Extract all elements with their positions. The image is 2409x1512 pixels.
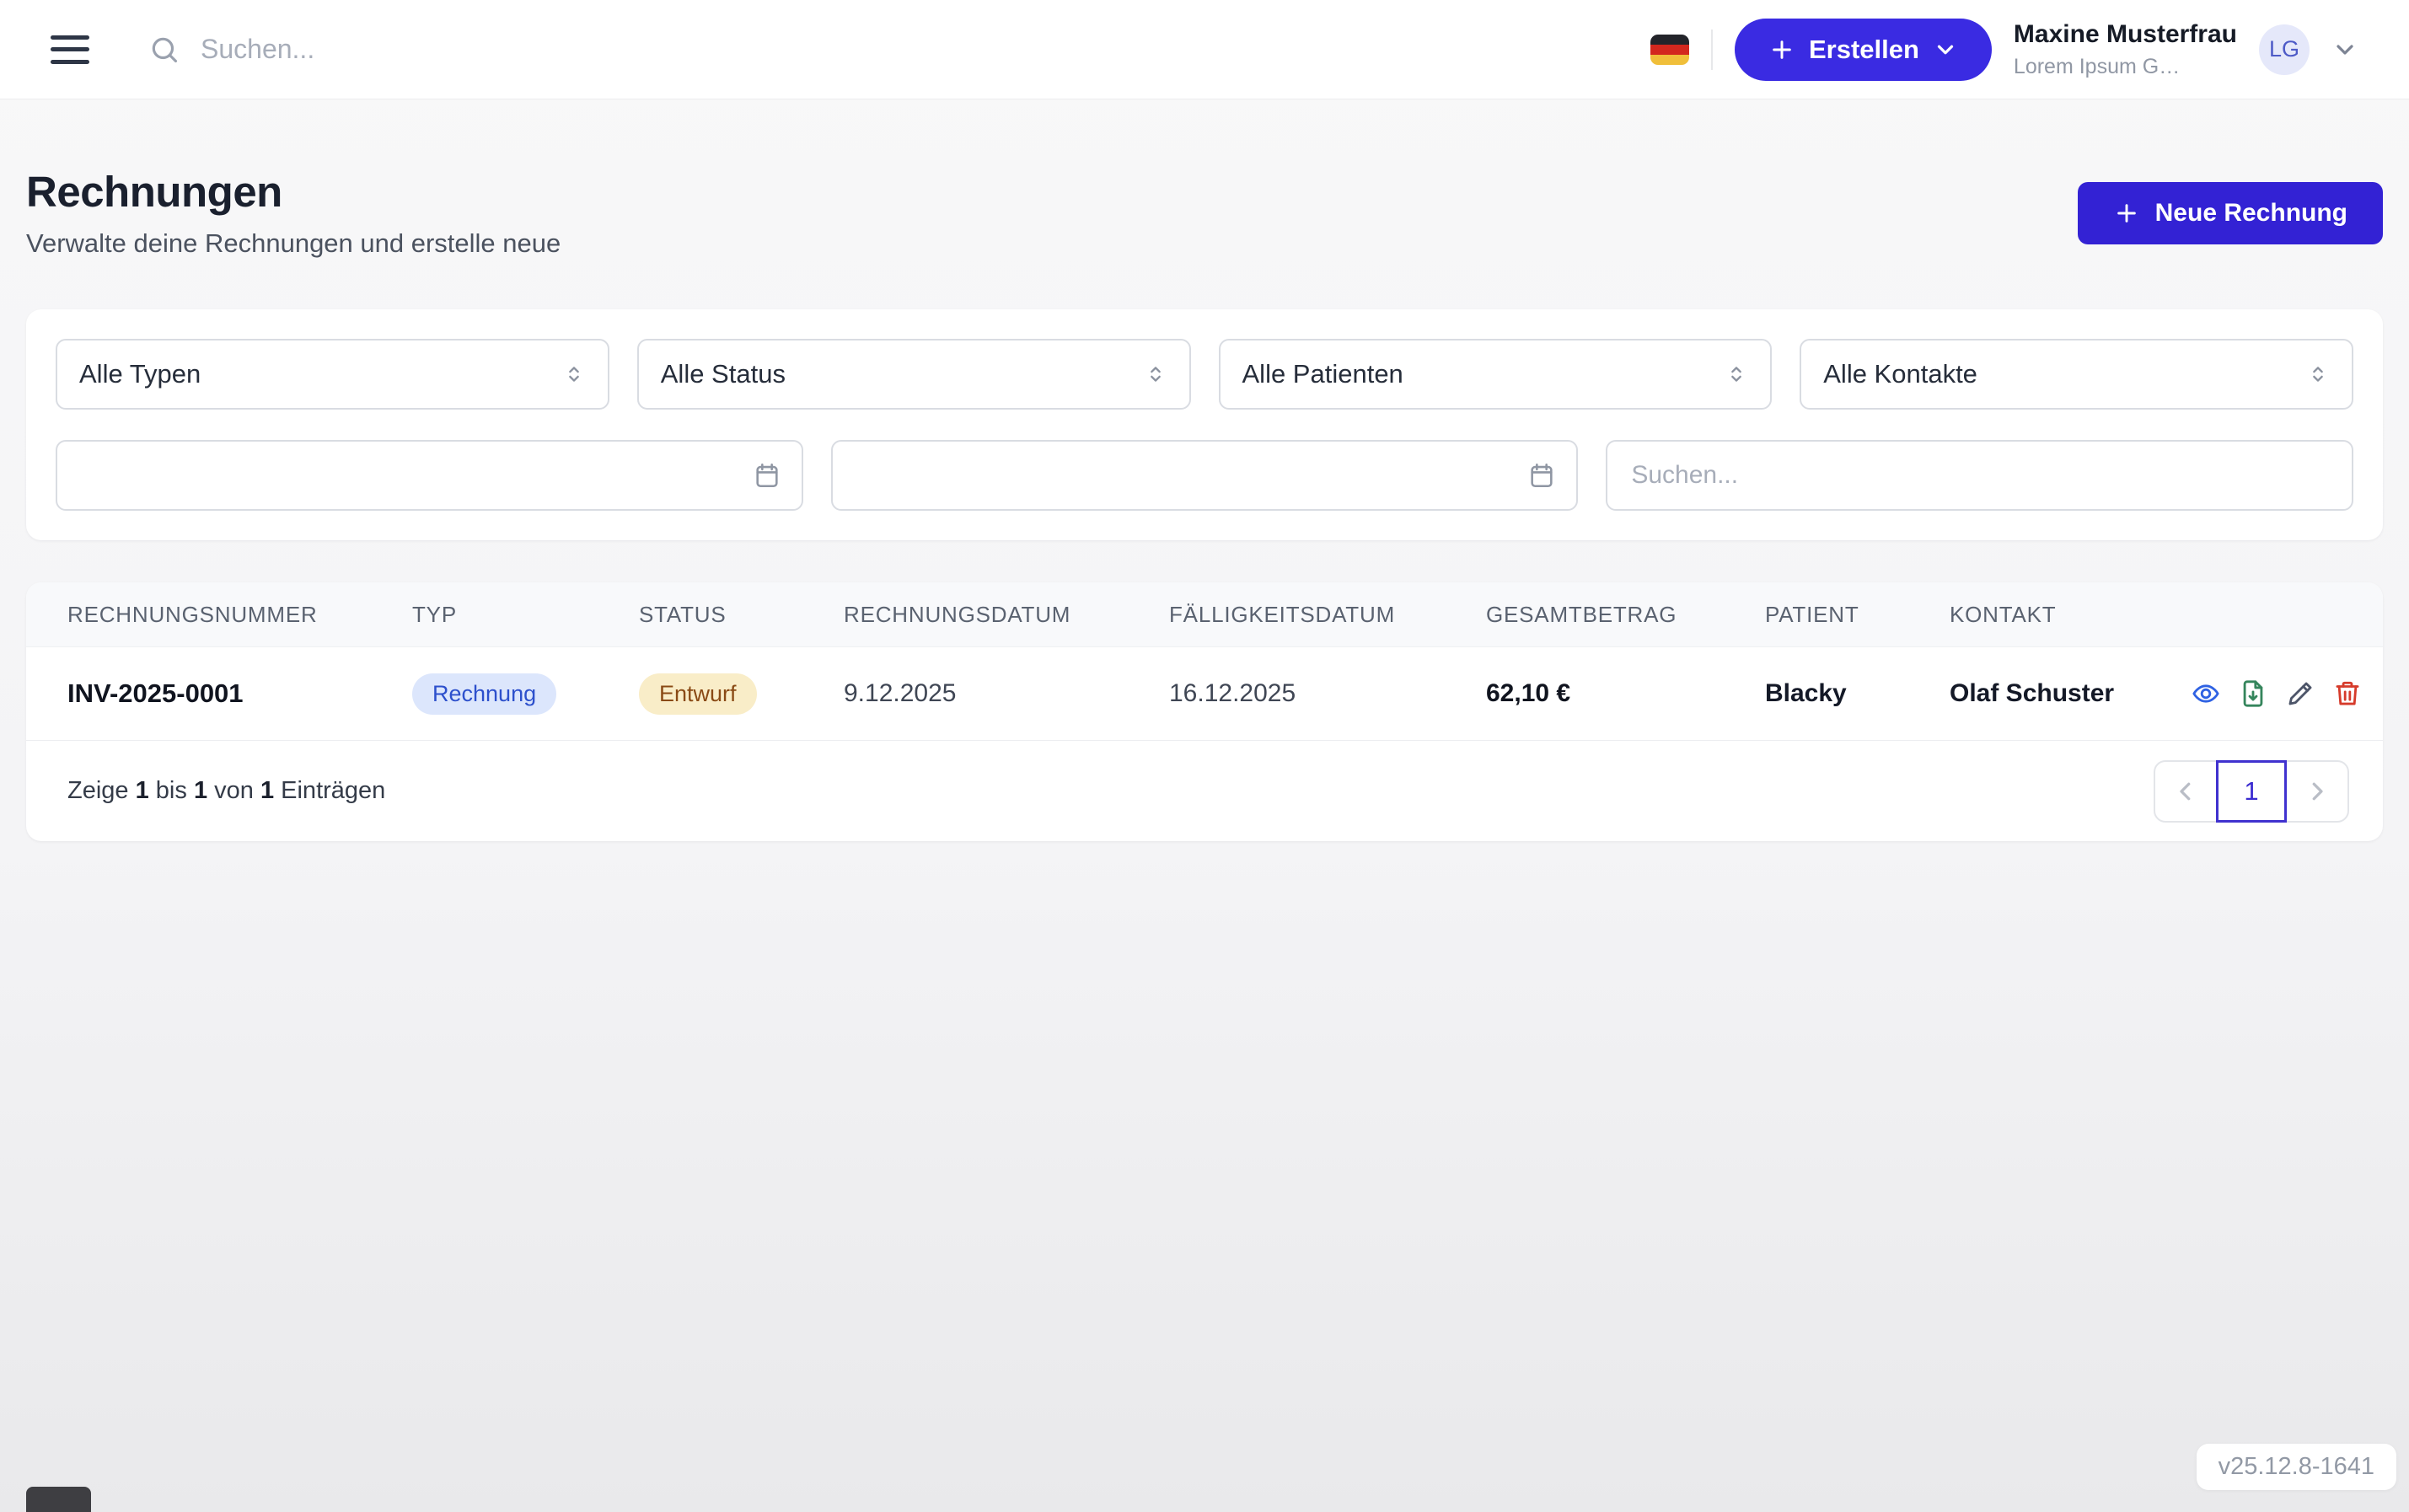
filters-panel: Alle Typen Alle Status Alle Patienten Al… (26, 309, 2383, 540)
user-info[interactable]: Maxine Musterfrau Lorem Ipsum G… (2014, 19, 2237, 79)
bottom-left-artifact (26, 1487, 91, 1512)
date-from-input[interactable] (56, 440, 803, 511)
global-search (148, 33, 1650, 66)
german-flag-icon[interactable] (1650, 35, 1689, 65)
column-header-type: TYP (412, 602, 639, 628)
topbar-divider (1711, 29, 1713, 70)
page-title-block: Rechnungen Verwalte deine Rechnungen und… (26, 167, 561, 259)
column-header-due-date: FÄLLIGKEITSDATUM (1169, 602, 1486, 628)
column-header-total: GESAMTBETRAG (1486, 602, 1765, 628)
column-header-status: STATUS (639, 602, 844, 628)
edit-button[interactable] (2286, 679, 2315, 708)
invoice-date-cell: 9.12.2025 (844, 679, 1169, 708)
pencil-icon (2286, 679, 2315, 708)
user-organization: Lorem Ipsum G… (2014, 54, 2237, 79)
entries-summary: Zeige 1 bis 1 von 1 Einträgen (67, 777, 385, 805)
contact-filter-value: Alle Kontakte (1823, 359, 1977, 389)
hamburger-menu-button[interactable] (51, 35, 89, 64)
app-root: Erstellen Maxine Musterfrau Lorem Ipsum … (0, 0, 2409, 1512)
total-amount-cell: 62,10 € (1486, 679, 1765, 708)
select-chevrons-icon (562, 362, 586, 386)
current-page-button[interactable]: 1 (2216, 760, 2287, 823)
pagination: 1 (2154, 760, 2349, 823)
delete-button[interactable] (2333, 679, 2362, 708)
table-header-row: RECHNUNGSNUMMER TYP STATUS RECHNUNGSDATU… (26, 582, 2383, 647)
user-name: Maxine Musterfrau (2014, 19, 2237, 50)
new-invoice-button[interactable]: Neue Rechnung (2078, 182, 2383, 244)
type-filter-select[interactable]: Alle Typen (56, 339, 609, 410)
select-chevrons-icon (2306, 362, 2330, 386)
type-cell: Rechnung (412, 673, 639, 715)
status-cell: Entwurf (639, 673, 844, 715)
date-from-field (56, 440, 803, 511)
global-search-input[interactable] (199, 33, 789, 66)
filters-row-selects: Alle Typen Alle Status Alle Patienten Al… (56, 339, 2353, 410)
chevron-down-icon (2331, 36, 2358, 63)
type-filter-value: Alle Typen (79, 359, 201, 389)
due-date-cell: 16.12.2025 (1169, 679, 1486, 708)
previous-page-button[interactable] (2155, 762, 2216, 821)
select-chevrons-icon (1725, 362, 1748, 386)
chevron-right-icon (2304, 779, 2330, 804)
file-download-icon (2239, 679, 2267, 708)
page-title: Rechnungen (26, 167, 561, 217)
invoices-page: Rechnungen Verwalte deine Rechnungen und… (0, 167, 2409, 841)
table-search-field (1606, 440, 2353, 511)
status-filter-value: Alle Status (661, 359, 786, 389)
version-badge: v25.12.8-1641 (2197, 1444, 2396, 1490)
contact-filter-select[interactable]: Alle Kontakte (1800, 339, 2353, 410)
search-icon (148, 34, 180, 66)
column-header-invoice-number: RECHNUNGSNUMMER (67, 602, 412, 628)
row-actions (2192, 679, 2362, 708)
column-header-patient: PATIENT (1765, 602, 1950, 628)
next-page-button[interactable] (2287, 762, 2347, 821)
create-button-label: Erstellen (1809, 35, 1919, 65)
page-header: Rechnungen Verwalte deine Rechnungen und… (26, 167, 2383, 259)
invoice-number-cell: INV-2025-0001 (67, 678, 412, 709)
patient-cell: Blacky (1765, 679, 1950, 708)
table-row[interactable]: INV-2025-0001 Rechnung Entwurf 9.12.2025… (26, 647, 2383, 740)
patient-filter-select[interactable]: Alle Patienten (1219, 339, 1773, 410)
column-header-contact: KONTAKT (1950, 602, 2192, 628)
view-button[interactable] (2192, 679, 2220, 708)
column-header-invoice-date: RECHNUNGSDATUM (844, 602, 1169, 628)
table-footer: Zeige 1 bis 1 von 1 Einträgen 1 (26, 740, 2383, 841)
patient-filter-value: Alle Patienten (1242, 359, 1403, 389)
topbar-right: Erstellen Maxine Musterfrau Lorem Ipsum … (1650, 19, 2358, 81)
invoices-table: RECHNUNGSNUMMER TYP STATUS RECHNUNGSDATU… (26, 582, 2383, 841)
status-badge: Entwurf (639, 673, 757, 715)
plus-icon (2113, 200, 2140, 227)
download-pdf-button[interactable] (2239, 679, 2267, 708)
filters-row-inputs (56, 440, 2353, 511)
table-search-input[interactable] (1606, 440, 2353, 511)
create-button[interactable]: Erstellen (1735, 19, 1992, 81)
status-filter-select[interactable]: Alle Status (637, 339, 1191, 410)
eye-icon (2192, 679, 2220, 708)
new-invoice-button-label: Neue Rechnung (2155, 199, 2347, 228)
chevron-down-icon (1933, 37, 1958, 62)
top-bar: Erstellen Maxine Musterfrau Lorem Ipsum … (0, 0, 2409, 99)
type-badge: Rechnung (412, 673, 556, 715)
plus-icon (1768, 36, 1795, 63)
date-to-input[interactable] (831, 440, 1579, 511)
chevron-left-icon (2173, 779, 2198, 804)
select-chevrons-icon (1144, 362, 1167, 386)
user-menu-toggle[interactable] (2331, 36, 2358, 63)
contact-cell: Olaf Schuster (1950, 679, 2192, 708)
page-subtitle: Verwalte deine Rechnungen und erstelle n… (26, 228, 561, 259)
avatar-initials: LG (2269, 36, 2299, 62)
avatar[interactable]: LG (2259, 24, 2310, 75)
date-to-field (831, 440, 1579, 511)
trash-icon (2333, 679, 2362, 708)
